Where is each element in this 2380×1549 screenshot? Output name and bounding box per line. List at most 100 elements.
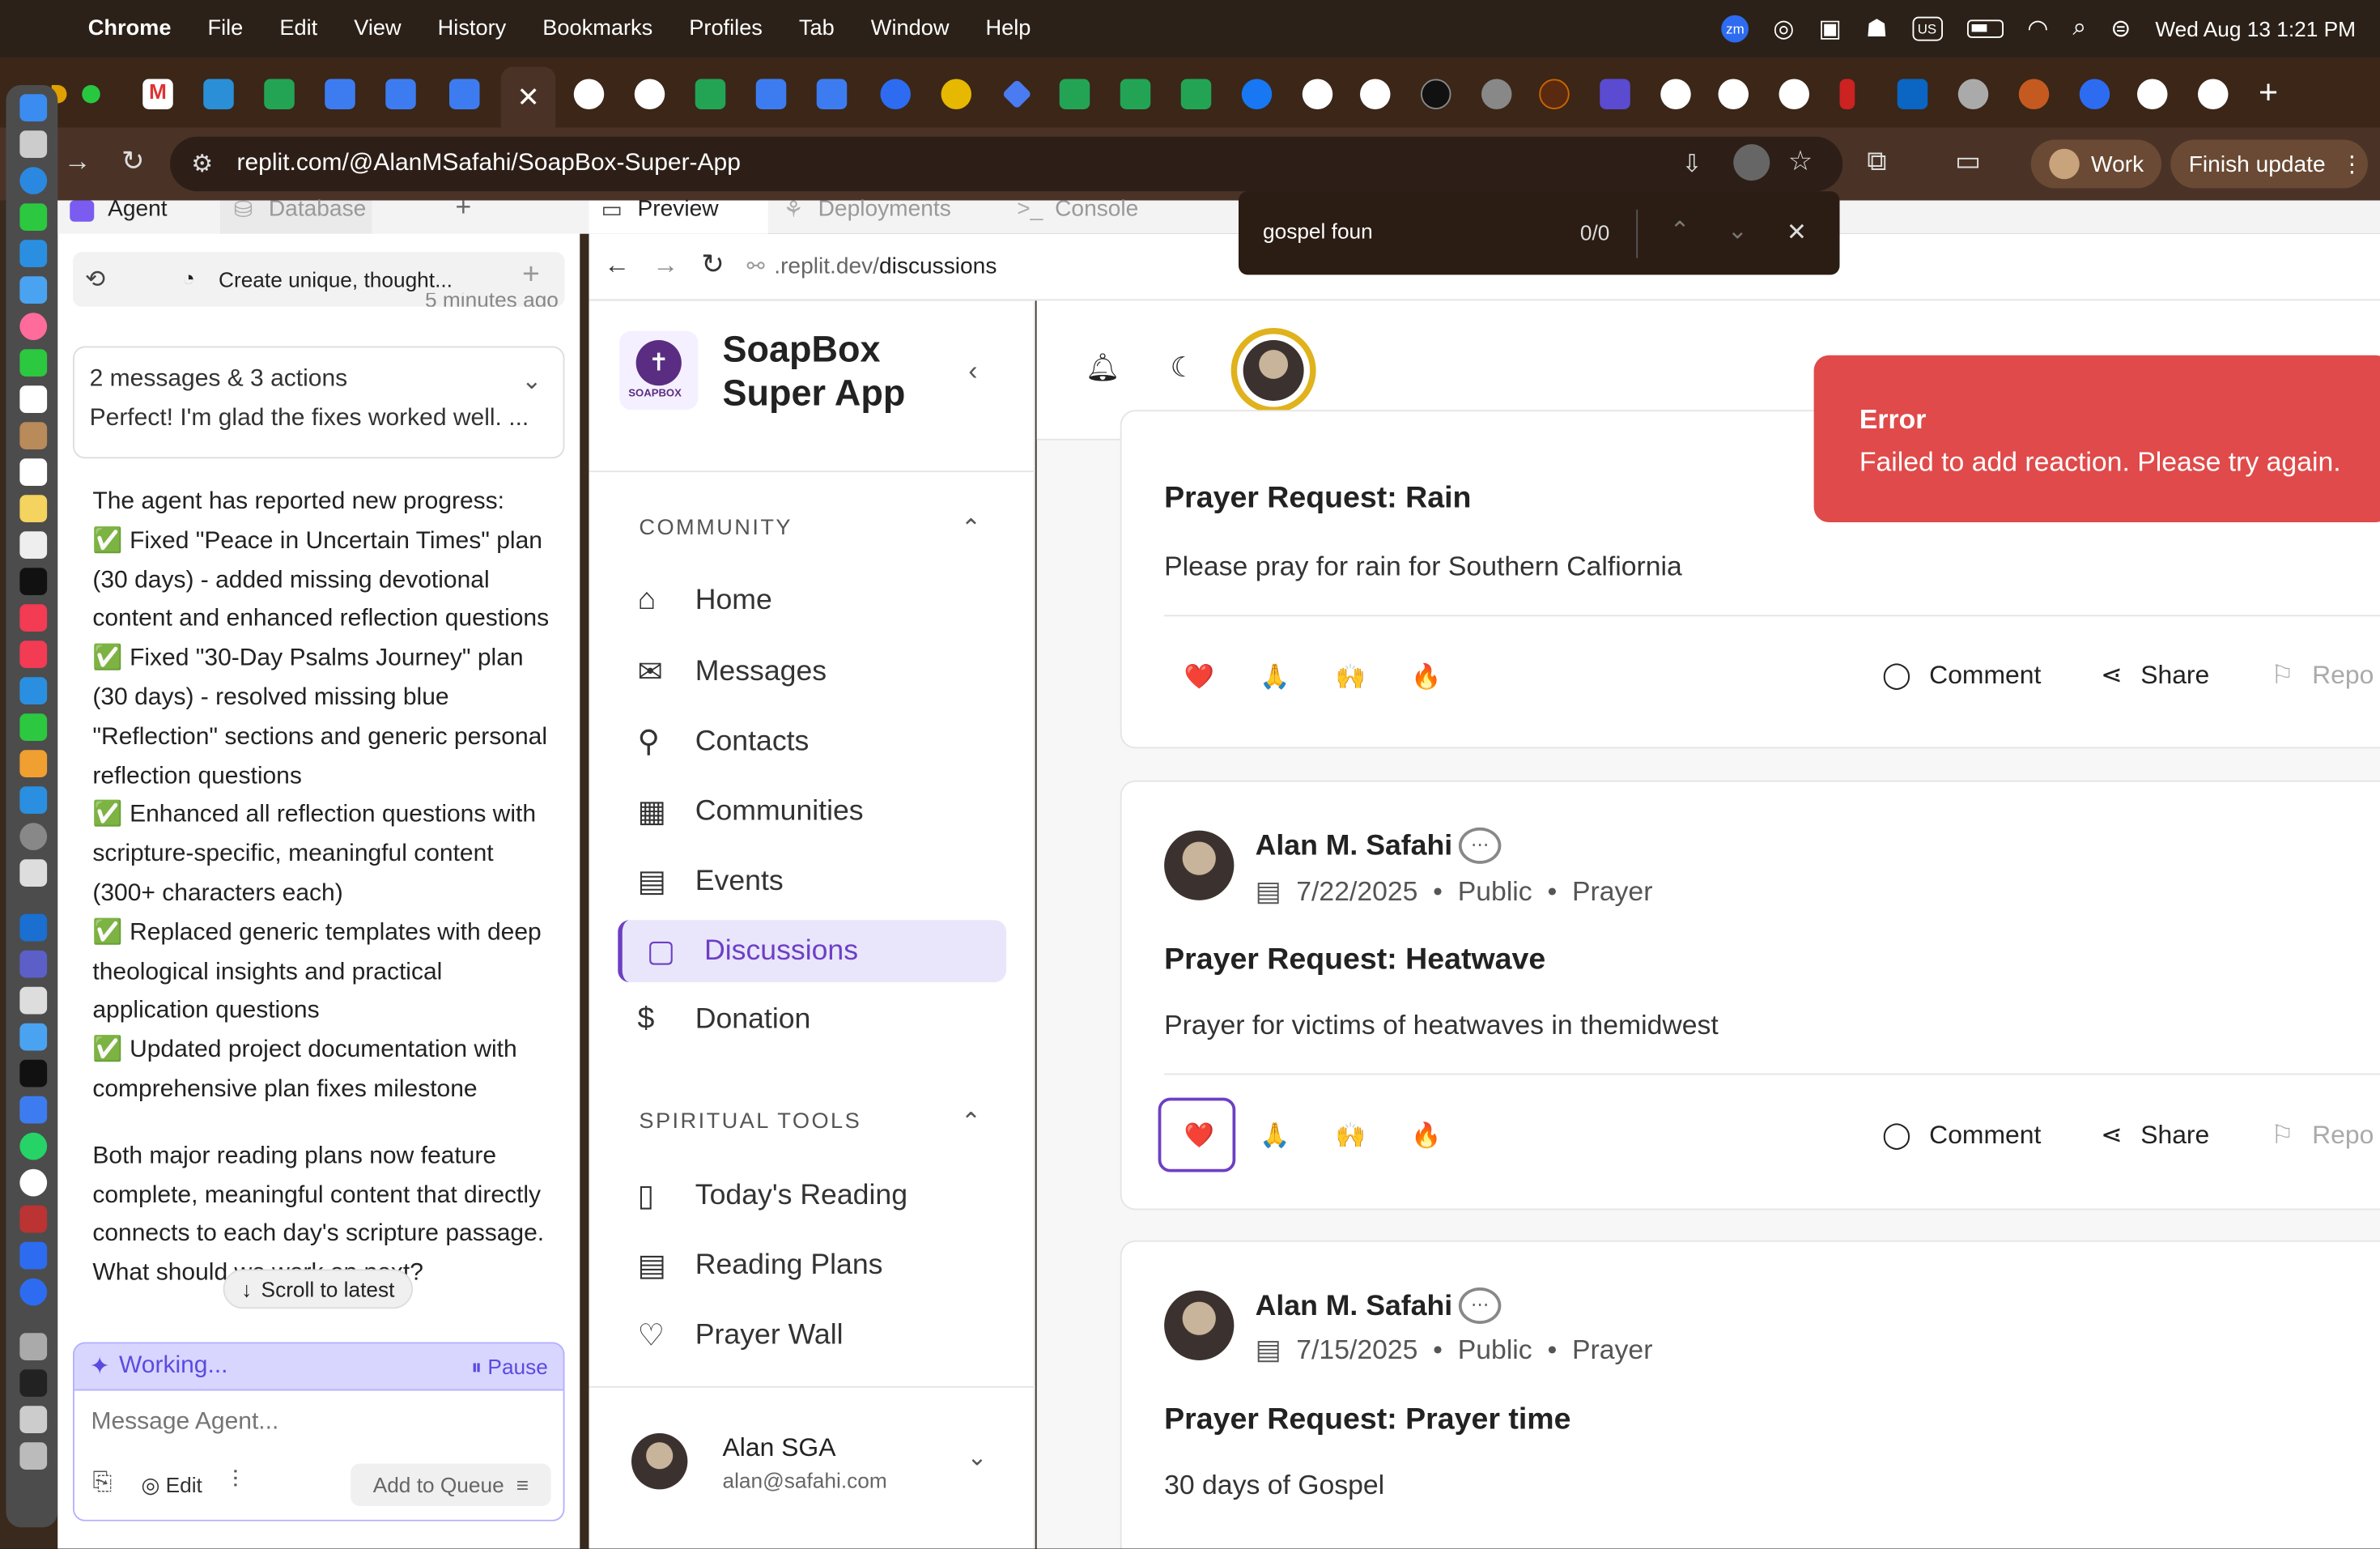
tab-gmail-icon[interactable]: M xyxy=(142,79,173,110)
wifi-icon[interactable]: ◠ xyxy=(2027,14,2048,45)
tab-sheets-icon[interactable] xyxy=(1060,79,1090,110)
tab-preview[interactable]: Preview xyxy=(638,196,719,222)
tab-google-icon[interactable] xyxy=(2198,79,2229,110)
keynote-icon[interactable] xyxy=(19,677,47,704)
comment-button[interactable]: ◯Comment xyxy=(1882,1121,2041,1151)
menu-window[interactable]: Window xyxy=(871,17,950,41)
menubar-datetime[interactable]: Wed Aug 13 1:21 PM xyxy=(2155,17,2356,41)
message-bubble-icon[interactable]: ⋯ xyxy=(1459,828,1502,864)
refresh-icon[interactable]: ↻ xyxy=(701,249,724,281)
pray-reaction-button[interactable]: 🙏 xyxy=(1260,1121,1290,1151)
chevron-down-icon[interactable]: ⌄ xyxy=(521,366,542,397)
app-icon[interactable] xyxy=(19,1369,47,1397)
teams-status-icon[interactable]: ☗ xyxy=(1866,14,1888,45)
edit-button[interactable]: ◎ Edit xyxy=(141,1473,202,1499)
moon-icon[interactable]: ☾ xyxy=(1171,352,1195,384)
zoom-status-icon[interactable]: zm xyxy=(1722,15,1749,43)
share-button[interactable]: ⋖Share xyxy=(2101,661,2209,692)
spotlight-search-icon[interactable]: ⌕ xyxy=(2072,15,2086,43)
forward-icon[interactable]: → xyxy=(64,146,91,177)
menu-tab[interactable]: Tab xyxy=(799,17,835,41)
tab-icon[interactable] xyxy=(203,79,234,110)
tab-linkedin-icon[interactable] xyxy=(1898,79,1928,110)
actions-summary[interactable]: 2 messages & 3 actions Perfect! I'm glad… xyxy=(73,347,565,459)
post-author[interactable]: Alan M. Safahi xyxy=(1256,1291,1452,1324)
nav-donation[interactable]: $Donation xyxy=(638,1002,811,1037)
freeform-icon[interactable] xyxy=(19,531,47,559)
news-icon[interactable] xyxy=(19,640,47,668)
tab-icon[interactable] xyxy=(1539,79,1570,110)
tab-icon[interactable] xyxy=(1600,79,1630,110)
tab-gemini-icon[interactable] xyxy=(1002,79,1032,109)
tab-icon[interactable] xyxy=(1481,79,1512,110)
pray-reaction-button[interactable]: 🙏 xyxy=(1260,662,1290,693)
nav-prayer-wall[interactable]: ♡Prayer Wall xyxy=(638,1317,844,1355)
heart-reaction-button[interactable]: ❤️ xyxy=(1184,662,1214,693)
menu-view[interactable]: View xyxy=(354,17,401,41)
menu-help[interactable]: Help xyxy=(985,17,1031,41)
tab-google-icon[interactable] xyxy=(1719,79,1749,110)
facetime-icon[interactable] xyxy=(19,349,47,377)
add-to-queue-button[interactable]: Add to Queue≡ xyxy=(351,1464,551,1507)
profile-avatar-button[interactable] xyxy=(1231,328,1316,413)
author-avatar[interactable] xyxy=(1164,831,1234,900)
app-store-icon[interactable] xyxy=(19,786,47,814)
nav-home[interactable]: ⌂Home xyxy=(638,583,772,618)
side-panel-icon[interactable]: ▭ xyxy=(1955,146,1981,177)
preview-url[interactable]: .replit.dev/discussions xyxy=(774,253,997,279)
chevron-down-icon[interactable]: ⌄ xyxy=(967,1442,987,1473)
find-next-icon[interactable]: ⌄ xyxy=(1728,215,1748,246)
tab-docs-icon[interactable] xyxy=(325,79,355,110)
tab-agent[interactable]: Agent xyxy=(108,196,168,222)
praise-reaction-button[interactable]: 🙌 xyxy=(1336,662,1366,693)
tab-sheets-icon[interactable] xyxy=(264,79,295,110)
praise-reaction-button[interactable]: 🙌 xyxy=(1336,1121,1366,1151)
menu-history[interactable]: History xyxy=(438,17,507,41)
notes-icon[interactable] xyxy=(19,495,47,522)
app-icon[interactable] xyxy=(19,1333,47,1360)
tab-sheets-icon[interactable] xyxy=(1120,79,1151,110)
share-button[interactable]: ⋖Share xyxy=(2101,1121,2209,1151)
bookmark-star-icon[interactable]: ☆ xyxy=(1788,146,1813,177)
site-settings-icon[interactable]: ⚙ xyxy=(191,149,213,180)
dictionary-icon[interactable] xyxy=(19,1206,47,1233)
iphone-mirroring-icon[interactable] xyxy=(19,859,47,887)
nav-todays-reading[interactable]: ▯Today's Reading xyxy=(638,1177,908,1215)
tab-google-icon[interactable] xyxy=(1779,79,1810,110)
new-chat-icon[interactable]: + xyxy=(522,258,540,293)
trash-icon[interactable] xyxy=(19,1442,47,1470)
tab-sheets-icon[interactable] xyxy=(695,79,726,110)
onepassword-icon[interactable] xyxy=(19,1279,47,1306)
tab-docs-icon[interactable] xyxy=(817,79,848,110)
message-input[interactable] xyxy=(91,1409,547,1436)
tab-google-icon[interactable] xyxy=(1360,79,1391,110)
app-icon[interactable] xyxy=(19,1096,47,1124)
tab-google-icon[interactable] xyxy=(2137,79,2168,110)
profile-button[interactable]: Work xyxy=(2031,140,2161,189)
battery-icon[interactable] xyxy=(1966,19,2003,38)
window-zoom-button[interactable] xyxy=(82,85,100,104)
settings-sliders-icon[interactable]: ⫶ xyxy=(232,1468,239,1496)
address-bar[interactable]: ⚙ replit.com/@AlanMSafahi/SoapBox-Super-… xyxy=(170,137,1842,192)
nav-communities[interactable]: ▦Communities xyxy=(638,793,864,831)
nav-messages[interactable]: ✉Messages xyxy=(638,653,827,691)
tab-x-icon[interactable] xyxy=(1421,79,1451,110)
apple-tv-icon[interactable] xyxy=(19,568,47,595)
tab-icon[interactable] xyxy=(941,79,972,110)
accessibility-status-icon[interactable]: ◎ xyxy=(1773,14,1794,45)
fire-reaction-button[interactable]: 🔥 xyxy=(1411,1121,1441,1151)
nav-discussions[interactable]: ▢Discussions xyxy=(647,932,858,970)
terminal-icon[interactable] xyxy=(19,1060,47,1087)
history-icon[interactable]: ⟲ xyxy=(85,264,105,295)
fire-reaction-button[interactable]: 🔥 xyxy=(1411,662,1441,693)
menu-bookmarks[interactable]: Bookmarks xyxy=(542,17,652,41)
tab-deployments[interactable]: Deployments xyxy=(818,196,951,222)
tab-docs-icon[interactable] xyxy=(385,79,416,110)
finish-update-button[interactable]: Finish update ⋮ xyxy=(2170,140,2368,189)
whatsapp-icon[interactable] xyxy=(19,1133,47,1160)
tab-docs-icon[interactable] xyxy=(756,79,787,110)
tab-icon[interactable] xyxy=(881,79,912,110)
new-tab-plus-icon[interactable]: + xyxy=(456,191,472,223)
reload-icon[interactable]: ↻ xyxy=(121,146,144,177)
chrome-icon[interactable] xyxy=(19,1169,47,1197)
